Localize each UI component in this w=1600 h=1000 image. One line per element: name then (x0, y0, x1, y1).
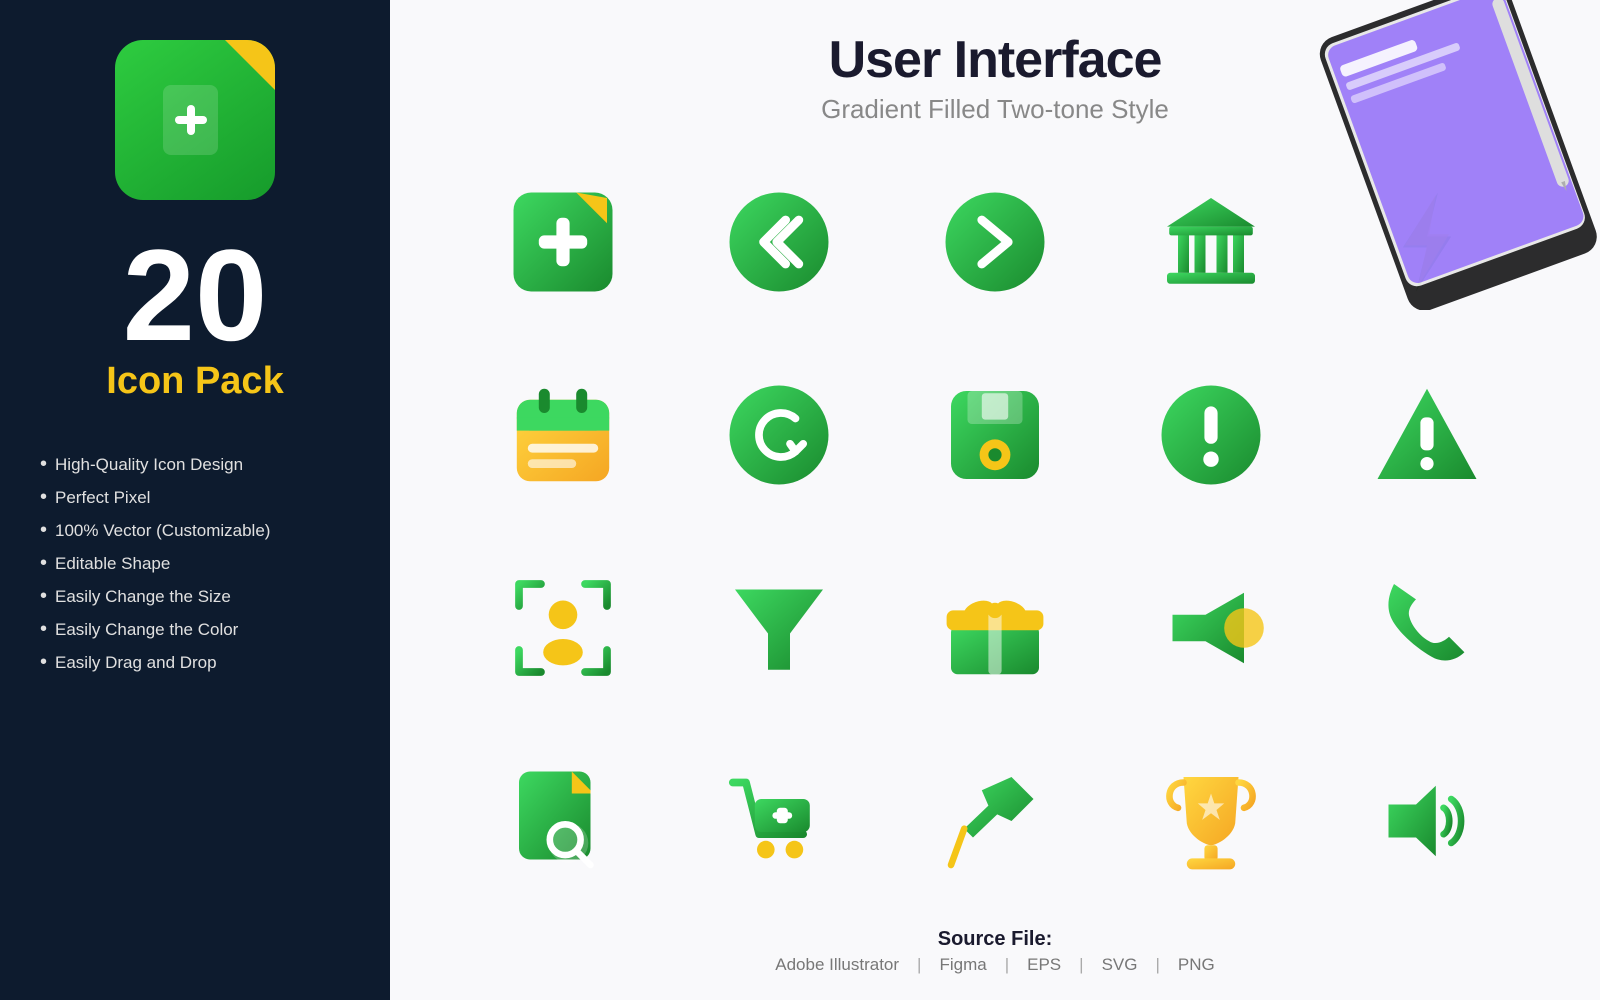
source-format-item: SVG (1102, 955, 1138, 975)
source-format-item: Figma (939, 955, 986, 975)
icon-bank (1156, 187, 1266, 297)
source-format-separator: | (1079, 955, 1083, 975)
icon-cell-17 (676, 733, 882, 908)
icon-cell-18 (892, 733, 1098, 908)
source-formats: Adobe Illustrator | Figma | EPS | SVG | PNG (430, 955, 1560, 975)
feature-item: Editable Shape (40, 552, 360, 575)
source-file-section: Source File: Adobe Illustrator | Figma | EPS… (430, 918, 1560, 980)
icon-cell-12 (676, 541, 882, 716)
icon-file-plus (508, 187, 618, 297)
icon-cell-1 (460, 155, 666, 330)
icon-count: 20 (123, 230, 268, 360)
page-title: User Interface (430, 30, 1560, 90)
icon-cell-14 (1108, 541, 1314, 716)
icon-cell-9 (1108, 348, 1314, 523)
header-section: User Interface Gradient Filled Two-tone … (430, 30, 1560, 125)
icon-speaker (1372, 766, 1482, 876)
icon-cart-plus (724, 766, 834, 876)
icon-right-arrow (940, 187, 1050, 297)
icon-trophy (1156, 766, 1266, 876)
icon-cell-15 (1324, 541, 1530, 716)
icon-pin (940, 766, 1050, 876)
feature-list: High-Quality Icon Design Perfect Pixel 100… (30, 453, 360, 684)
icon-cell-13 (892, 541, 1098, 716)
icon-gift (940, 573, 1050, 683)
icon-phone (1372, 573, 1482, 683)
icon-cell-2 (676, 155, 882, 330)
icon-file-search (508, 766, 618, 876)
icon-save (940, 380, 1050, 490)
source-format-separator: | (1005, 955, 1009, 975)
icon-cell-16 (460, 733, 666, 908)
app-logo (115, 40, 275, 200)
source-format-separator: | (917, 955, 921, 975)
icon-warning-triangle (1372, 380, 1482, 490)
icon-pack-label: Icon Pack (106, 360, 283, 403)
feature-item: High-Quality Icon Design (40, 453, 360, 476)
logo-svg (155, 80, 235, 160)
icon-cell-8 (892, 348, 1098, 523)
icon-cell-4 (1108, 155, 1314, 330)
feature-item: Easily Drag and Drop (40, 651, 360, 674)
left-panel: 20 Icon Pack High-Quality Icon Design Per… (0, 0, 390, 1000)
icon-filter (724, 573, 834, 683)
icon-cell-7 (676, 348, 882, 523)
right-panel: User Interface Gradient Filled Two-tone … (390, 0, 1600, 1000)
source-format-item: PNG (1178, 955, 1215, 975)
icon-megaphone (1156, 573, 1266, 683)
icon-cell-20 (1324, 733, 1530, 908)
icon-face-scan (508, 573, 618, 683)
icon-cell-3 (892, 155, 1098, 330)
feature-item: Easily Change the Size (40, 585, 360, 608)
source-format-separator: | (1155, 955, 1159, 975)
icon-return (724, 380, 834, 490)
feature-item: Perfect Pixel (40, 486, 360, 509)
icon-cell-6 (460, 348, 666, 523)
icon-cell-11 (460, 541, 666, 716)
icon-cell-10 (1324, 348, 1530, 523)
source-format-item: Adobe Illustrator (775, 955, 899, 975)
icon-cell-19 (1108, 733, 1314, 908)
icon-exclamation-circle (1156, 380, 1266, 490)
source-format-item: EPS (1027, 955, 1061, 975)
page-subtitle: Gradient Filled Two-tone Style (430, 94, 1560, 125)
feature-item: 100% Vector (Customizable) (40, 519, 360, 542)
icon-calendar (508, 380, 618, 490)
feature-item: Easily Change the Color (40, 618, 360, 641)
source-file-title: Source File: (430, 928, 1560, 951)
icon-left-arrows (724, 187, 834, 297)
